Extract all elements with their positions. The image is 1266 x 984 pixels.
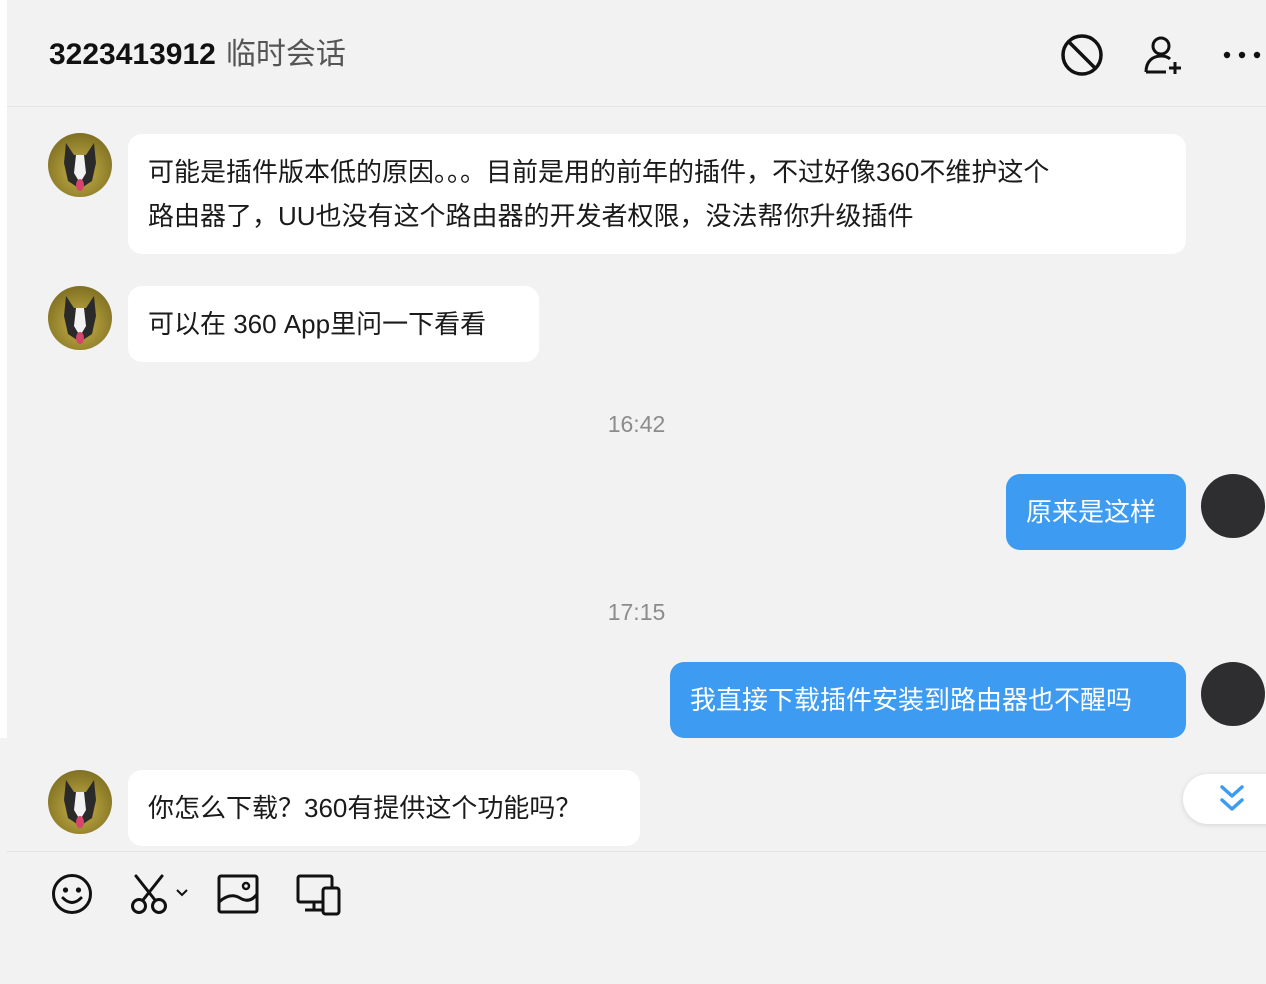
contact-avatar[interactable] [48, 133, 112, 197]
screen-share-icon[interactable] [295, 872, 343, 916]
contact-avatar[interactable] [48, 286, 112, 350]
scroll-to-bottom-button[interactable] [1183, 774, 1266, 824]
message-timestamp: 16:42 [607, 411, 666, 437]
session-type: 临时会话 [225, 38, 346, 71]
message-text: 你怎么下载？360有提供这个功能吗？ [148, 793, 582, 823]
message-timestamp: 17:15 [607, 599, 666, 625]
message-text-line: 路由器了，UU也没有这个路由器的开发者权限，没法帮你升级插件 [148, 201, 914, 231]
message-text: 我直接下载插件安装到路由器也不醒吗 [690, 685, 1133, 715]
message-text: 可以在 360 App里问一下看看 [148, 309, 487, 339]
input-toolbar [7, 852, 1266, 984]
emoji-icon[interactable] [50, 872, 94, 916]
chat-title: 3223413912 临时会话 [49, 36, 346, 74]
add-friend-icon[interactable] [1141, 32, 1187, 78]
message-bubble-incoming[interactable]: 你怎么下载？360有提供这个功能吗？ [128, 770, 640, 846]
screenshot-scissors-icon[interactable] [129, 872, 189, 916]
message-list[interactable]: 可能是插件版本低的原因。。。目前是用的前年的插件，不过好像360不维护这个 路由… [7, 107, 1266, 851]
message-bubble-incoming[interactable]: 可以在 360 App里问一下看看 [128, 286, 539, 362]
message-text-line: 可能是插件版本低的原因。。。目前是用的前年的插件，不过好像360不维护这个 [148, 157, 1050, 187]
block-icon[interactable] [1059, 32, 1105, 78]
contact-avatar[interactable] [48, 770, 112, 834]
image-icon[interactable] [216, 872, 260, 916]
my-avatar[interactable] [1201, 662, 1265, 726]
chat-header: 3223413912 临时会话 [7, 0, 1266, 107]
message-bubble-outgoing[interactable]: 我直接下载插件安装到路由器也不醒吗 [670, 662, 1186, 738]
window-left-edge-lower [0, 738, 7, 984]
message-bubble-outgoing[interactable]: 原来是这样 [1006, 474, 1186, 550]
chevron-down-icon[interactable] [175, 872, 189, 916]
message-text: 原来是这样 [1026, 497, 1157, 527]
message-bubble-incoming[interactable]: 可能是插件版本低的原因。。。目前是用的前年的插件，不过好像360不维护这个 路由… [128, 134, 1186, 254]
more-icon[interactable] [1219, 32, 1265, 78]
double-chevron-down-icon [1220, 785, 1244, 811]
window-left-edge [0, 0, 7, 738]
contact-id: 3223413912 [49, 38, 216, 71]
my-avatar[interactable] [1201, 474, 1265, 538]
